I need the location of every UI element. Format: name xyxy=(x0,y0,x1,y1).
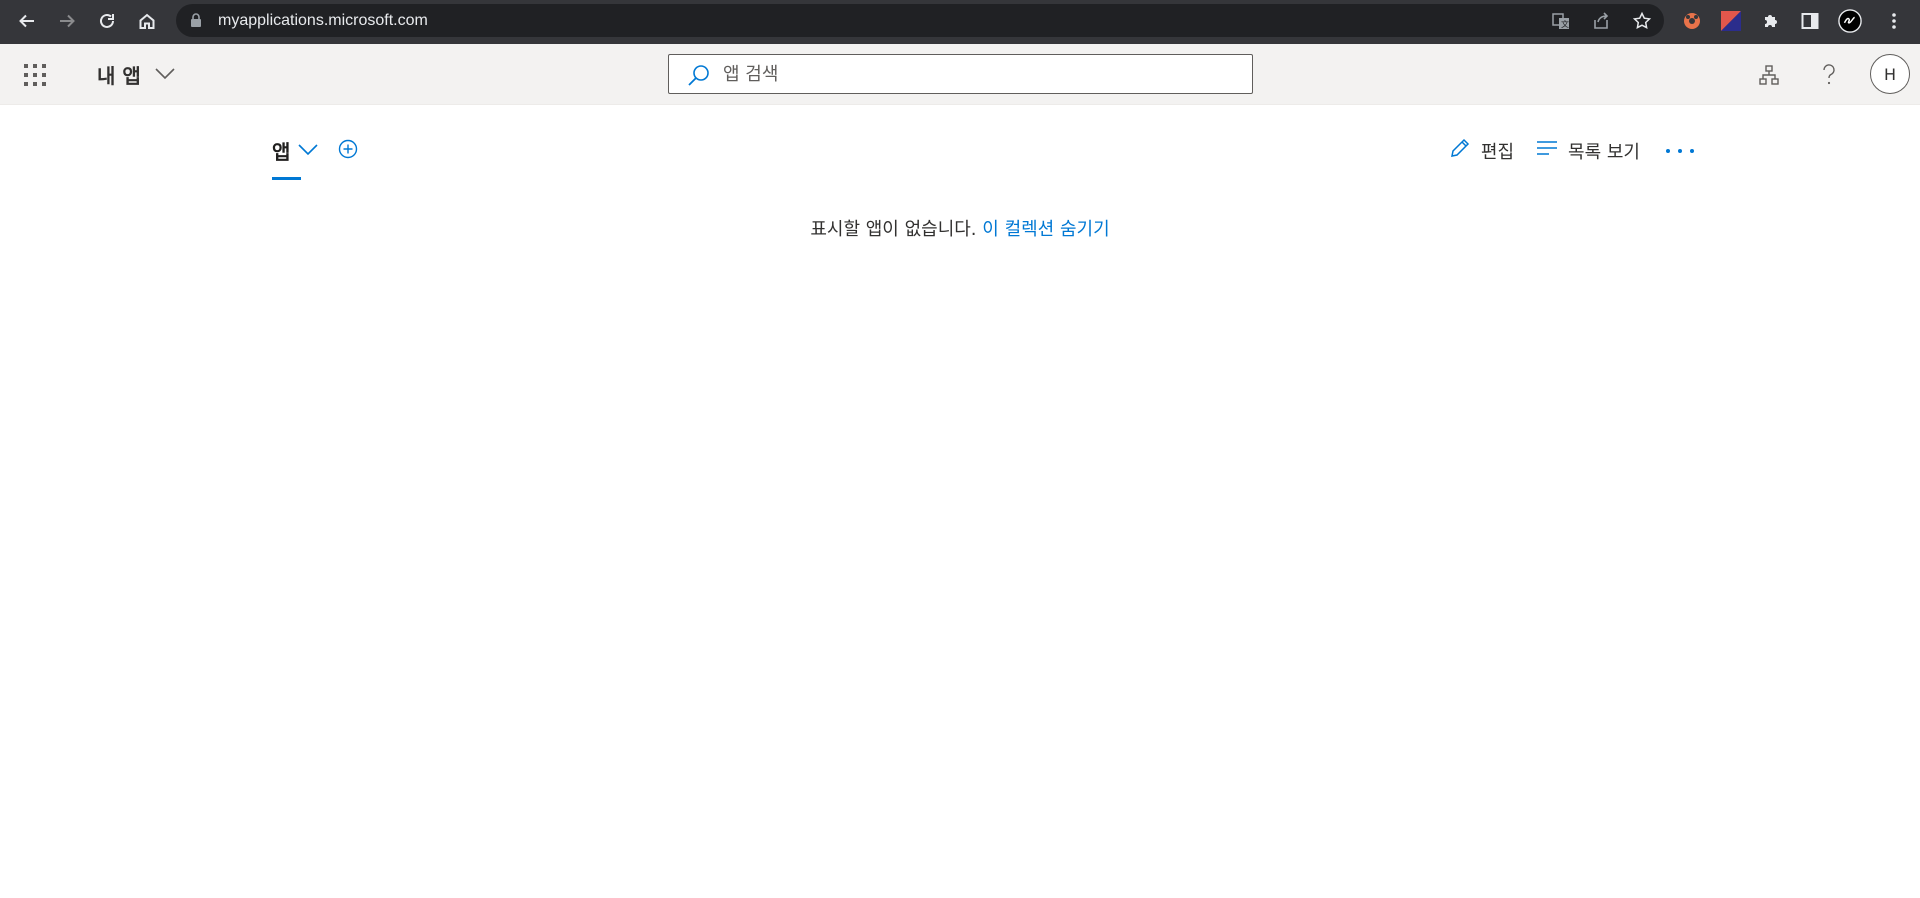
avatar[interactable]: H xyxy=(1870,54,1910,94)
empty-message: 표시할 앱이 없습니다. xyxy=(810,219,977,240)
kebab-menu-icon[interactable] xyxy=(1882,9,1906,33)
address-bar[interactable]: myapplications.microsoft.com 文 xyxy=(176,4,1664,37)
empty-state: 표시할 앱이 없습니다. 이 컬렉션 숨기기 xyxy=(0,215,1920,241)
hide-collection-link[interactable]: 이 컬렉션 숨기기 xyxy=(982,219,1109,240)
tab-active-indicator xyxy=(272,177,301,180)
app-switcher[interactable]: 내 앱 xyxy=(97,58,175,90)
org-chart-icon[interactable] xyxy=(1754,60,1784,90)
reload-icon[interactable] xyxy=(92,6,122,36)
list-view-label: 목록 보기 xyxy=(1568,141,1640,163)
tab-apps[interactable]: 앱 xyxy=(272,133,318,180)
lock-icon xyxy=(190,13,202,27)
app-title: 내 앱 xyxy=(97,63,141,88)
list-view-button[interactable]: 목록 보기 xyxy=(1536,138,1640,164)
side-panel-icon[interactable] xyxy=(1798,9,1822,33)
avatar-initial: H xyxy=(1883,64,1897,84)
collection-tabs: 앱 xyxy=(272,133,358,181)
chevron-down-icon[interactable] xyxy=(298,141,318,160)
edit-button[interactable]: 편집 xyxy=(1449,137,1514,164)
share-icon[interactable] xyxy=(1590,10,1612,32)
svg-text:文: 文 xyxy=(1561,19,1569,29)
forward-icon[interactable] xyxy=(52,6,82,36)
tab-label: 앱 xyxy=(272,139,291,164)
help-icon[interactable] xyxy=(1814,60,1844,90)
list-icon xyxy=(1536,140,1558,161)
chevron-down-icon xyxy=(155,65,175,84)
edit-label: 편집 xyxy=(1480,141,1515,163)
puzzle-icon[interactable] xyxy=(1759,9,1783,33)
search-icon xyxy=(687,64,711,92)
profile-icon[interactable] xyxy=(1838,9,1862,33)
pencil-icon xyxy=(1449,137,1471,164)
search-input[interactable] xyxy=(723,55,1243,93)
translate-icon[interactable]: 文 xyxy=(1550,10,1572,32)
back-icon[interactable] xyxy=(12,6,42,36)
app-header: 내 앱 H xyxy=(0,44,1920,105)
url-text[interactable]: myapplications.microsoft.com xyxy=(218,4,428,37)
app-search-box[interactable] xyxy=(668,54,1253,94)
bookmark-star-icon[interactable] xyxy=(1631,10,1653,32)
browser-toolbar: myapplications.microsoft.com 文 xyxy=(0,0,1920,42)
more-options-icon[interactable] xyxy=(1662,138,1698,164)
add-collection-icon[interactable] xyxy=(338,139,358,163)
extension-flag-icon[interactable] xyxy=(1719,9,1743,33)
toolbar-actions: 편집 목록 보기 xyxy=(1449,137,1698,164)
home-icon[interactable] xyxy=(132,6,162,36)
waffle-icon[interactable] xyxy=(22,62,48,88)
extension-red-icon[interactable] xyxy=(1680,9,1704,33)
